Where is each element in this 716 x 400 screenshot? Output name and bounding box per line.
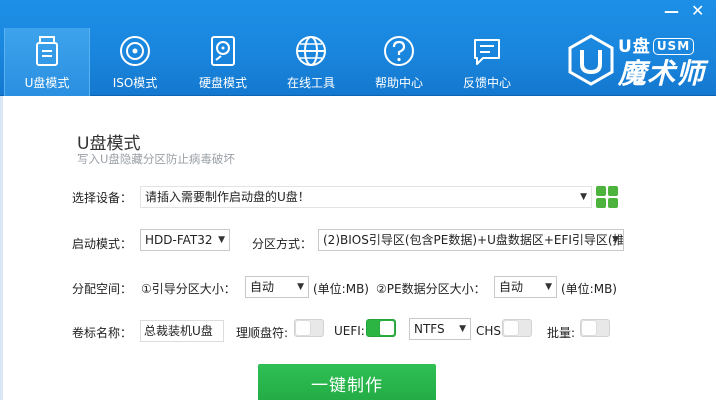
tab-help-center[interactable]: 帮助中心: [356, 28, 442, 96]
volume-label: 卷标名称：: [72, 326, 133, 340]
device-label: 选择设备：: [72, 191, 133, 205]
uefi-label: UEFI:: [334, 324, 365, 338]
organize-drive-label: 理顺盘符:: [236, 326, 289, 340]
chevron-down-icon: ▼: [218, 235, 225, 245]
batch-label: 批量:: [547, 326, 576, 340]
brand-logo: U盘 USM 魔术师: [566, 30, 706, 90]
chs-toggle[interactable]: [502, 319, 532, 337]
tab-label: 帮助中心: [374, 76, 423, 90]
chs-label: CHS:: [476, 324, 506, 338]
volume-name-input[interactable]: 总裁装机U盘: [140, 320, 224, 342]
globe-icon: [296, 36, 326, 66]
batch-toggle[interactable]: [580, 319, 610, 337]
device-select[interactable]: 请插入需要制作启动盘的U盘！ ▼: [140, 186, 592, 208]
partition-label: 分区方式：: [252, 237, 313, 251]
pe-size-select[interactable]: 自动 ▼: [494, 276, 557, 298]
grid-cell: [608, 186, 618, 196]
pe-unit-label: (单位:MB): [561, 282, 617, 296]
close-button[interactable]: ✕: [691, 3, 704, 19]
left-edge-strip: [0, 96, 3, 400]
feedback-icon: [474, 39, 500, 65]
pe-size-value: 自动: [499, 280, 524, 294]
chevron-down-icon: ▼: [459, 324, 466, 334]
tab-feedback-center[interactable]: 反馈中心: [444, 28, 530, 96]
disc-icon: [120, 36, 150, 66]
tab-label: 在线工具: [286, 76, 335, 90]
tab-label: 反馈中心: [462, 76, 511, 90]
tab-iso-mode[interactable]: ISO模式: [92, 28, 178, 96]
logo-mark-icon: [568, 34, 614, 86]
grid-view-button[interactable]: [596, 186, 618, 208]
boot-size-value: 自动: [250, 280, 275, 294]
allocation-label: 分配空间：: [72, 282, 133, 296]
grid-cell: [596, 198, 606, 208]
uefi-toggle[interactable]: [366, 319, 396, 337]
boot-size-select[interactable]: 自动 ▼: [245, 276, 309, 298]
page-subtitle: 写入U盘隐藏分区防止病毒破坏: [77, 152, 235, 166]
chevron-down-icon: ▼: [545, 282, 552, 292]
pe-size-label: ②PE数据分区大小：: [376, 282, 486, 296]
organize-drive-toggle[interactable]: [294, 319, 324, 337]
boot-size-label: ①引导分区大小：: [141, 282, 236, 296]
filesystem-value: NTFS: [414, 322, 445, 336]
filesystem-select[interactable]: NTFS ▼: [409, 318, 471, 340]
partition-select[interactable]: (2)BIOS引导区(包含PE数据)+U盘数据区+EFI引导区(推 ▼: [318, 229, 624, 251]
tab-label: U盘模式: [24, 76, 70, 90]
minimize-button[interactable]: —: [664, 4, 679, 19]
boot-mode-label: 启动模式：: [72, 237, 133, 251]
tab-usb-mode[interactable]: U盘模式: [4, 28, 90, 96]
tab-hard-disk-mode[interactable]: 硬盘模式: [180, 28, 266, 96]
tab-online-tools[interactable]: 在线工具: [268, 28, 354, 96]
chevron-down-icon: ▼: [297, 282, 304, 292]
usb-drive-icon: [36, 36, 58, 66]
partition-value: (2)BIOS引导区(包含PE数据)+U盘数据区+EFI引导区(推: [323, 233, 624, 247]
tab-label: ISO模式: [112, 76, 158, 90]
chevron-down-icon: ▼: [612, 235, 619, 245]
grid-cell: [596, 186, 606, 196]
top-toolbar: — ✕ U盘模式 ISO模式 硬盘模式 在线工具 帮助中心 反馈中心 U盘 US…: [0, 0, 716, 96]
tab-label: 硬盘模式: [198, 76, 247, 90]
boot-mode-select[interactable]: HDD-FAT32 ▼: [140, 229, 230, 251]
grid-cell: [608, 198, 618, 208]
one-click-make-button[interactable]: 一键制作: [258, 364, 436, 400]
hard-disk-icon: [211, 36, 235, 66]
boot-unit-label: (单位:MB): [313, 282, 369, 296]
boot-mode-value: HDD-FAT32: [145, 233, 213, 247]
device-select-value: 请插入需要制作启动盘的U盘！: [145, 190, 310, 204]
chevron-down-icon: ▼: [580, 192, 587, 202]
logo-main-text: 魔术师: [618, 57, 706, 90]
help-icon: [384, 36, 414, 66]
